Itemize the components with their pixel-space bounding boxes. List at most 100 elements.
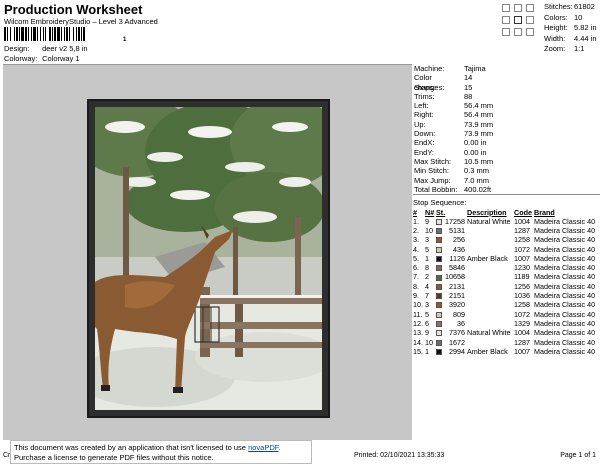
needle-number: 8 <box>425 263 429 273</box>
info-label: Min Stitch: <box>414 166 450 176</box>
stop-sequence-heading: Stop Sequence: <box>413 198 467 207</box>
stitch-count-value: 5131 <box>449 225 465 235</box>
thread-color-swatch <box>436 228 442 235</box>
thread-description <box>467 272 514 281</box>
info-label: Color changes: <box>414 73 445 92</box>
info-label: Left: <box>414 101 429 111</box>
thread-color-swatch <box>436 255 442 262</box>
needle-number: 9 <box>425 216 429 226</box>
thread-code: 1287 <box>514 225 530 235</box>
summary-row: Height: 5.82 in <box>544 23 600 34</box>
thread-brand: Madeira Classic 40 <box>534 318 596 328</box>
summary-label: Height: <box>544 23 568 32</box>
info-value: 88 <box>464 91 473 101</box>
summary-label: Colors: <box>544 12 568 22</box>
info-label: Down: <box>414 129 436 139</box>
stitch-count-value: 5846 <box>449 263 465 273</box>
thread-description <box>467 244 514 253</box>
grid-icon <box>514 28 522 36</box>
thread-color-swatch <box>436 237 442 244</box>
machine-info-row: Max Jump: 7.0 mm <box>413 176 600 185</box>
thread-code: 1072 <box>514 244 530 254</box>
table-row: 5. 1 1126 Amber Black 1007 Madeira Classic 40 <box>413 254 600 263</box>
needle-number: 7 <box>425 291 429 301</box>
colorway-label: Colorway: <box>4 54 38 63</box>
divider <box>413 194 600 196</box>
stitch-count-value: 36 <box>457 318 465 328</box>
summary-value: 10 <box>574 12 583 22</box>
stitch-count: 36 <box>436 319 467 328</box>
info-label: Total Bobbin: <box>414 184 458 194</box>
needle-number: 1 <box>425 346 429 356</box>
stop-number: 1. <box>413 216 419 226</box>
thread-description <box>467 319 514 328</box>
center-icon <box>514 16 522 24</box>
info-label: EndY: <box>414 147 435 157</box>
software-name: Wilcom EmbroideryStudio – Level 3 Advanc… <box>4 17 158 26</box>
page-number: Page 1 of 1 <box>560 452 596 459</box>
summary-value: 5.82 in <box>574 23 597 32</box>
design-barcode <box>4 27 124 41</box>
thread-color-swatch <box>436 348 442 355</box>
table-row: 15. 1 2994 Amber Black 1007 Madeira Classic 4… <box>413 347 600 356</box>
stitch-count-value: 2994 <box>449 346 465 356</box>
stitch-count: 1672 <box>436 337 467 347</box>
stitch-count: 3920 <box>436 300 467 309</box>
stitch-count-value: 3920 <box>449 300 465 310</box>
summary-row: Stitches: 61802 <box>544 2 600 13</box>
notice-line-2: Purchase a license to generate PDF files… <box>14 453 214 462</box>
grid-icon <box>502 4 510 12</box>
machine-info-row: Down: 73.9 mm <box>413 129 600 138</box>
barcode-suffix: 1 <box>123 37 127 43</box>
page-title: Production Worksheet <box>4 2 143 17</box>
column-header: N# <box>425 207 435 217</box>
thread-code: 1329 <box>514 318 530 328</box>
info-value: Tajima <box>464 64 486 73</box>
deer-embroidery-image <box>95 107 322 410</box>
thread-brand: Madeira Classic 40 <box>534 235 596 245</box>
machine-info-panel: Machine: Tajima Color changes: 14 Stops: 15 Tr… <box>413 64 600 196</box>
thread-description: Amber Black <box>467 346 508 356</box>
needle-number: 9 <box>425 328 429 338</box>
stitch-count: 809 <box>436 309 467 319</box>
thread-color-swatch <box>436 330 442 337</box>
thread-color-swatch <box>436 293 442 300</box>
column-header: Brand <box>534 207 555 217</box>
summary-row: Zoom: 1:1 <box>544 44 600 55</box>
table-header-row: # N# St. Description Code Brand <box>413 208 600 217</box>
stop-number: 3. <box>413 235 419 245</box>
thread-code: 1004 <box>514 328 530 338</box>
info-label: Up: <box>414 119 426 129</box>
thread-color-swatch <box>436 218 442 225</box>
design-preview-canvas <box>3 64 412 440</box>
table-row: 1. 9 17258 Natural White 1004 Madeira Classic… <box>413 217 600 226</box>
page-footer: Cr This document was created by an appli… <box>0 440 600 464</box>
machine-info-row: Max Stitch: 10.5 mm <box>413 157 600 166</box>
stitch-count: 5846 <box>436 263 467 272</box>
stop-number: 14. <box>413 337 423 347</box>
thread-description <box>467 263 514 272</box>
thread-brand: Madeira Classic 40 <box>534 263 596 273</box>
thread-description <box>467 309 514 318</box>
thread-brand: Madeira Classic 40 <box>534 328 596 338</box>
grid-icon <box>502 16 510 24</box>
needle-number: 6 <box>425 318 429 328</box>
needle-number: 1 <box>425 253 429 263</box>
stitch-count-value: 1672 <box>449 337 465 347</box>
needle-number: 5 <box>425 244 429 254</box>
worksheet-header: Production Worksheet Wilcom EmbroiderySt… <box>0 0 600 64</box>
stitch-count: 1126 <box>436 254 467 263</box>
table-row: 13. 9 7376 Natural White 1004 Madeira Classic… <box>413 328 600 337</box>
stitch-count: 256 <box>436 235 467 244</box>
design-row: Design: deer v2 5,8 in <box>4 44 88 53</box>
info-label: Stops: <box>414 82 436 92</box>
thread-color-swatch <box>436 283 442 290</box>
novapdf-link[interactable]: novaPDF <box>248 443 278 452</box>
design-summary: Stitches: 61802 Colors: 10 Height: 5.82 in Wid… <box>544 2 600 55</box>
thread-description <box>467 337 514 346</box>
notice-text: . <box>278 443 281 452</box>
info-value: 0.00 in <box>464 138 487 148</box>
summary-label: Stitches: <box>544 2 573 11</box>
table-row: 6. 8 5846 1230 Madeira Classic 40 <box>413 263 600 272</box>
thread-description: Natural White <box>467 216 511 226</box>
